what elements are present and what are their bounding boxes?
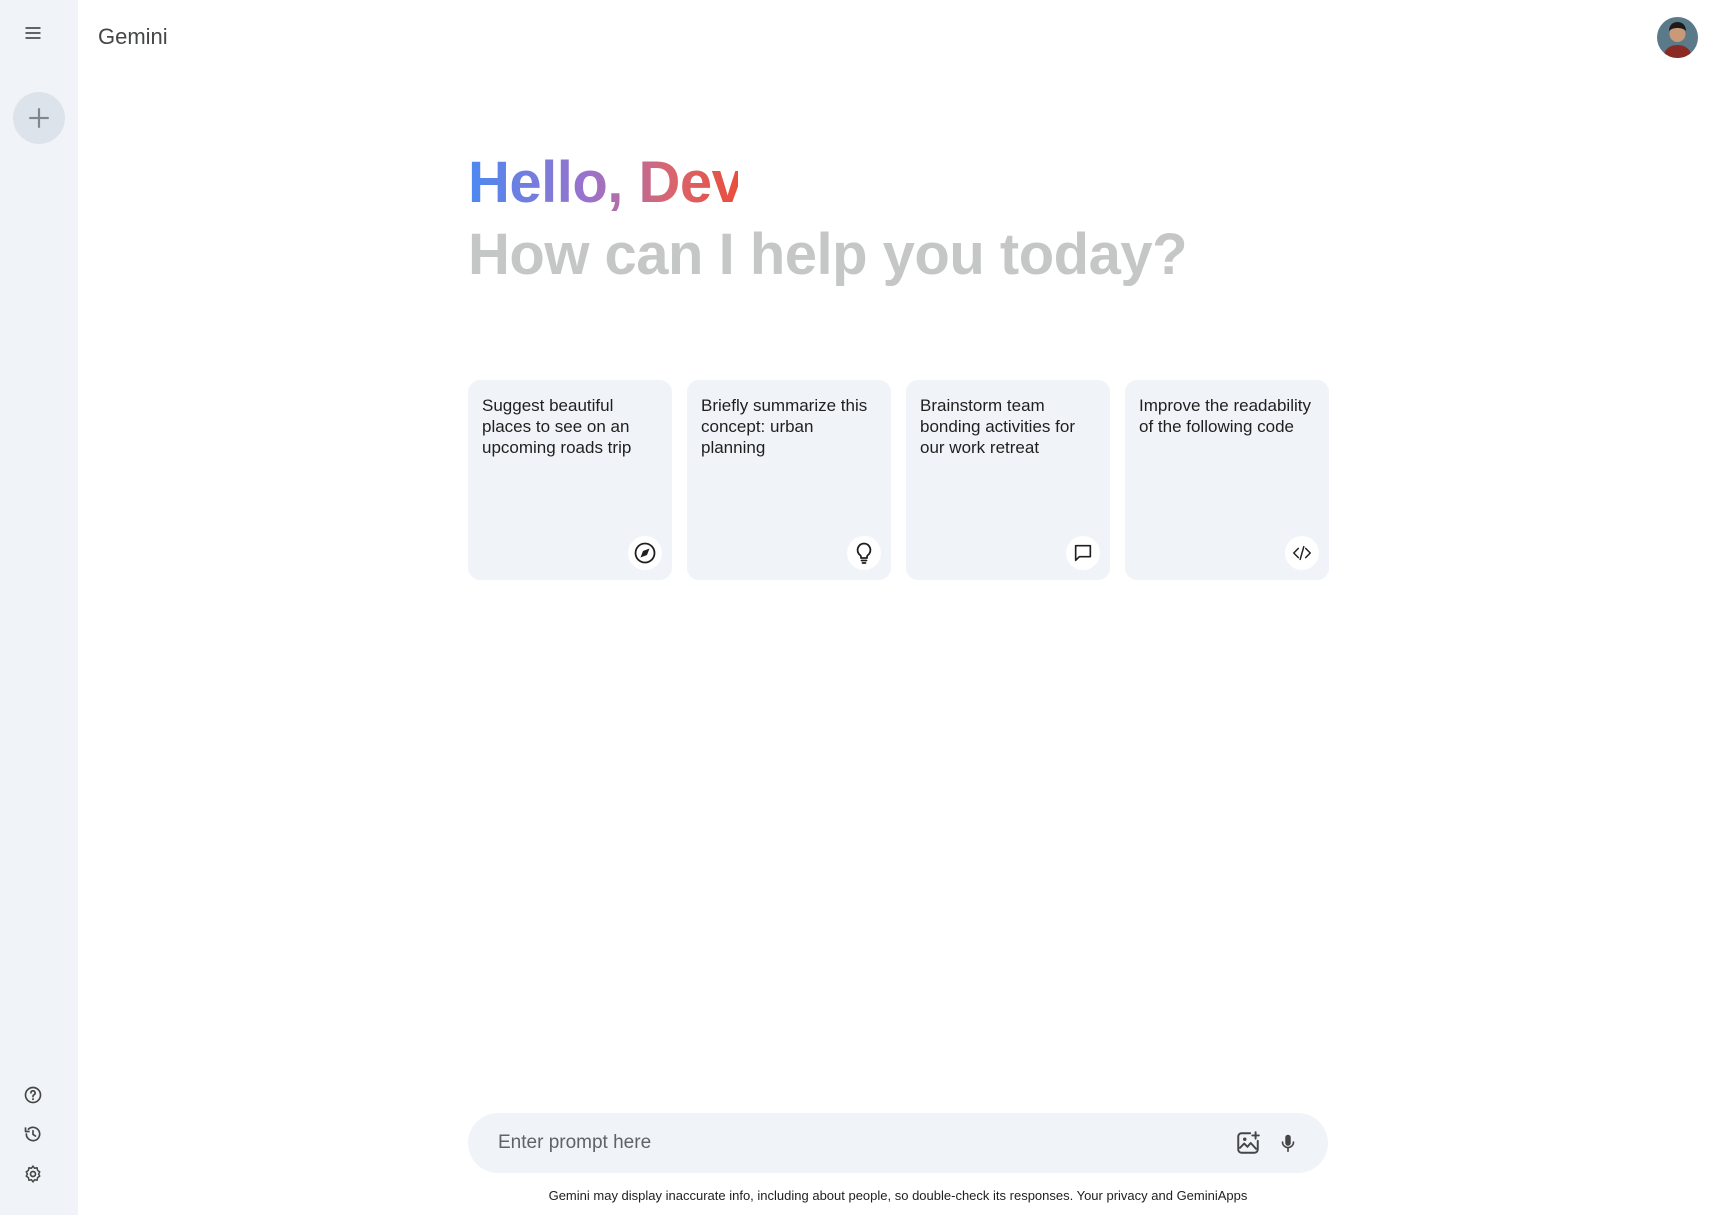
suggestion-card-text: Brainstorm team bonding activities for o… — [920, 396, 1075, 457]
greeting-subtitle: How can I help you today? — [468, 222, 1188, 287]
suggestion-card-text: Briefly summarize this concept: urban pl… — [701, 396, 868, 457]
add-image-icon — [1237, 1131, 1260, 1154]
help-icon — [24, 1086, 42, 1104]
plus-icon — [29, 108, 49, 128]
sidebar — [0, 0, 78, 1215]
help-button[interactable] — [13, 1075, 53, 1115]
compass-icon — [628, 536, 662, 570]
main-menu-button[interactable] — [13, 13, 53, 53]
suggestion-card-road-trip[interactable]: Suggest beautiful places to see on an up… — [468, 380, 672, 580]
greeting-title: Hello, Dev. — [468, 148, 755, 218]
microphone-button[interactable] — [1268, 1123, 1308, 1163]
suggestion-card-code-readability[interactable]: Improve the readability of the following… — [1125, 380, 1329, 580]
lightbulb-icon — [847, 536, 881, 570]
suggestion-card-text: Improve the readability of the following… — [1139, 396, 1311, 436]
history-icon — [24, 1126, 41, 1142]
prompt-input[interactable] — [496, 1131, 1228, 1155]
mic-icon — [1281, 1134, 1295, 1153]
app-title: Gemini — [98, 24, 168, 49]
chat-bubble-icon — [1066, 536, 1100, 570]
code-icon — [1285, 536, 1319, 570]
user-avatar-icon — [1657, 17, 1698, 58]
new-chat-button[interactable] — [13, 92, 65, 144]
suggestion-card-text: Suggest beautiful places to see on an up… — [482, 396, 632, 457]
activity-button[interactable] — [13, 1114, 53, 1154]
gear-icon — [25, 1165, 41, 1183]
upload-image-button[interactable] — [1228, 1123, 1268, 1163]
prompt-bar — [468, 1113, 1328, 1173]
disclaimer-text: Gemini may display inaccurate info, incl… — [548, 1188, 1248, 1203]
suggestion-card-urban-planning[interactable]: Briefly summarize this concept: urban pl… — [687, 380, 891, 580]
menu-icon — [25, 27, 41, 39]
avatar[interactable] — [1657, 17, 1698, 58]
settings-button[interactable] — [13, 1154, 53, 1194]
suggestion-card-team-bonding[interactable]: Brainstorm team bonding activities for o… — [906, 380, 1110, 580]
suggestion-cards: Suggest beautiful places to see on an up… — [468, 380, 1329, 580]
